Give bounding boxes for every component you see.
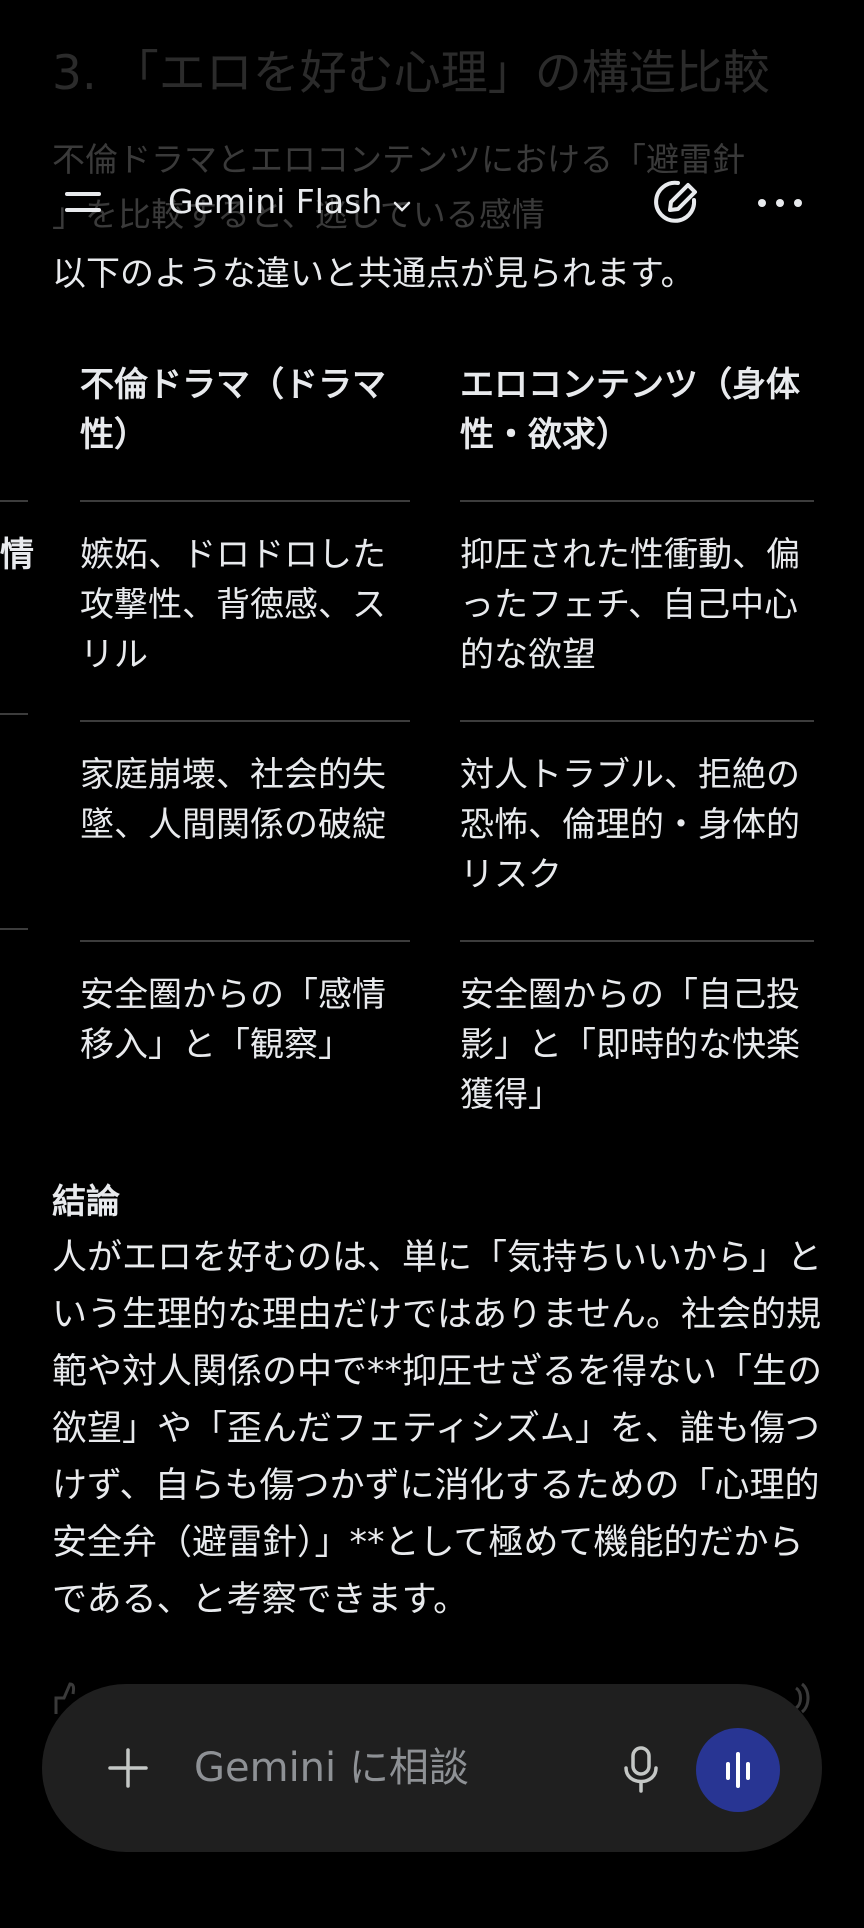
add-attachment-icon[interactable] [104, 1744, 152, 1792]
microphone-icon[interactable] [618, 1744, 664, 1794]
model-label: Gemini Flash [168, 182, 383, 221]
prompt-input-placeholder[interactable]: Gemini に相談 [194, 1742, 469, 1794]
table-cell: 安全圏からの「感情移入」と「観察」 [80, 975, 386, 1065]
table-cell: 家庭崩壊、社会的失墜、人間関係の破綻 [80, 721, 410, 942]
clipped-cell-text: 情 [0, 535, 34, 575]
table-cell: 抑圧された性衝動、偏ったフェチ、自己中心的な欲望 [460, 501, 814, 722]
table-header-cell: 不倫ドラマ（ドラマ性） [80, 360, 410, 502]
table-header-cell: エロコンテンツ（身体性・欲求） [460, 360, 814, 502]
table-cell: 対人トラブル、拒絶の恐怖、倫理的・身体的リスク [460, 721, 814, 942]
table-row: 嫉妬、ドロドロした攻撃性、背徳感、スリル 抑圧された性衝動、偏ったフェチ、自己中… [80, 501, 814, 722]
table-header-row: 不倫ドラマ（ドラマ性） エロコンテンツ（身体性・欲求） [80, 360, 814, 502]
more-options-icon[interactable] [752, 190, 808, 216]
table-row: 安全圏からの「感情移入」と「観察」 安全圏からの「自己投影」と「即時的な快楽獲得… [80, 941, 814, 1160]
comparison-table: 不倫ドラマ（ドラマ性） エロコンテンツ（身体性・欲求） 嫉妬、ドロドロした攻撃性… [80, 360, 814, 1160]
voice-waveform-icon [726, 1752, 750, 1788]
table-divider-clipped [0, 713, 28, 715]
prompt-input-bar[interactable]: Gemini に相談 [42, 1684, 822, 1852]
table-cell: 嫉妬、ドロドロした攻撃性、背徳感、スリル [80, 501, 410, 722]
new-chat-edit-icon[interactable] [648, 174, 704, 230]
table-cell: 安全圏からの「自己投影」と「即時的な快楽獲得」 [460, 975, 800, 1115]
table-divider-clipped [0, 500, 28, 502]
menu-icon[interactable] [60, 178, 110, 228]
top-app-bar: Gemini Flash [0, 150, 864, 260]
live-voice-button[interactable] [696, 1728, 780, 1812]
table-divider-clipped [0, 928, 28, 930]
chevron-down-icon [392, 180, 412, 224]
conclusion-heading: 結論 [52, 1182, 120, 1222]
intro-text: 以下のような違いと共通点が見られます。 [52, 254, 695, 294]
faded-section-title: 3. 「エロを好む心理」の構造比較 [52, 46, 770, 101]
model-selector[interactable]: Gemini Flash [168, 180, 412, 224]
conclusion-body: 人がエロを好むのは、単に「気持ちいいから」という生理的な理由だけではありません。… [52, 1238, 823, 1620]
table-row: 家庭崩壊、社会的失墜、人間関係の破綻 対人トラブル、拒絶の恐怖、倫理的・身体的リ… [80, 721, 814, 942]
